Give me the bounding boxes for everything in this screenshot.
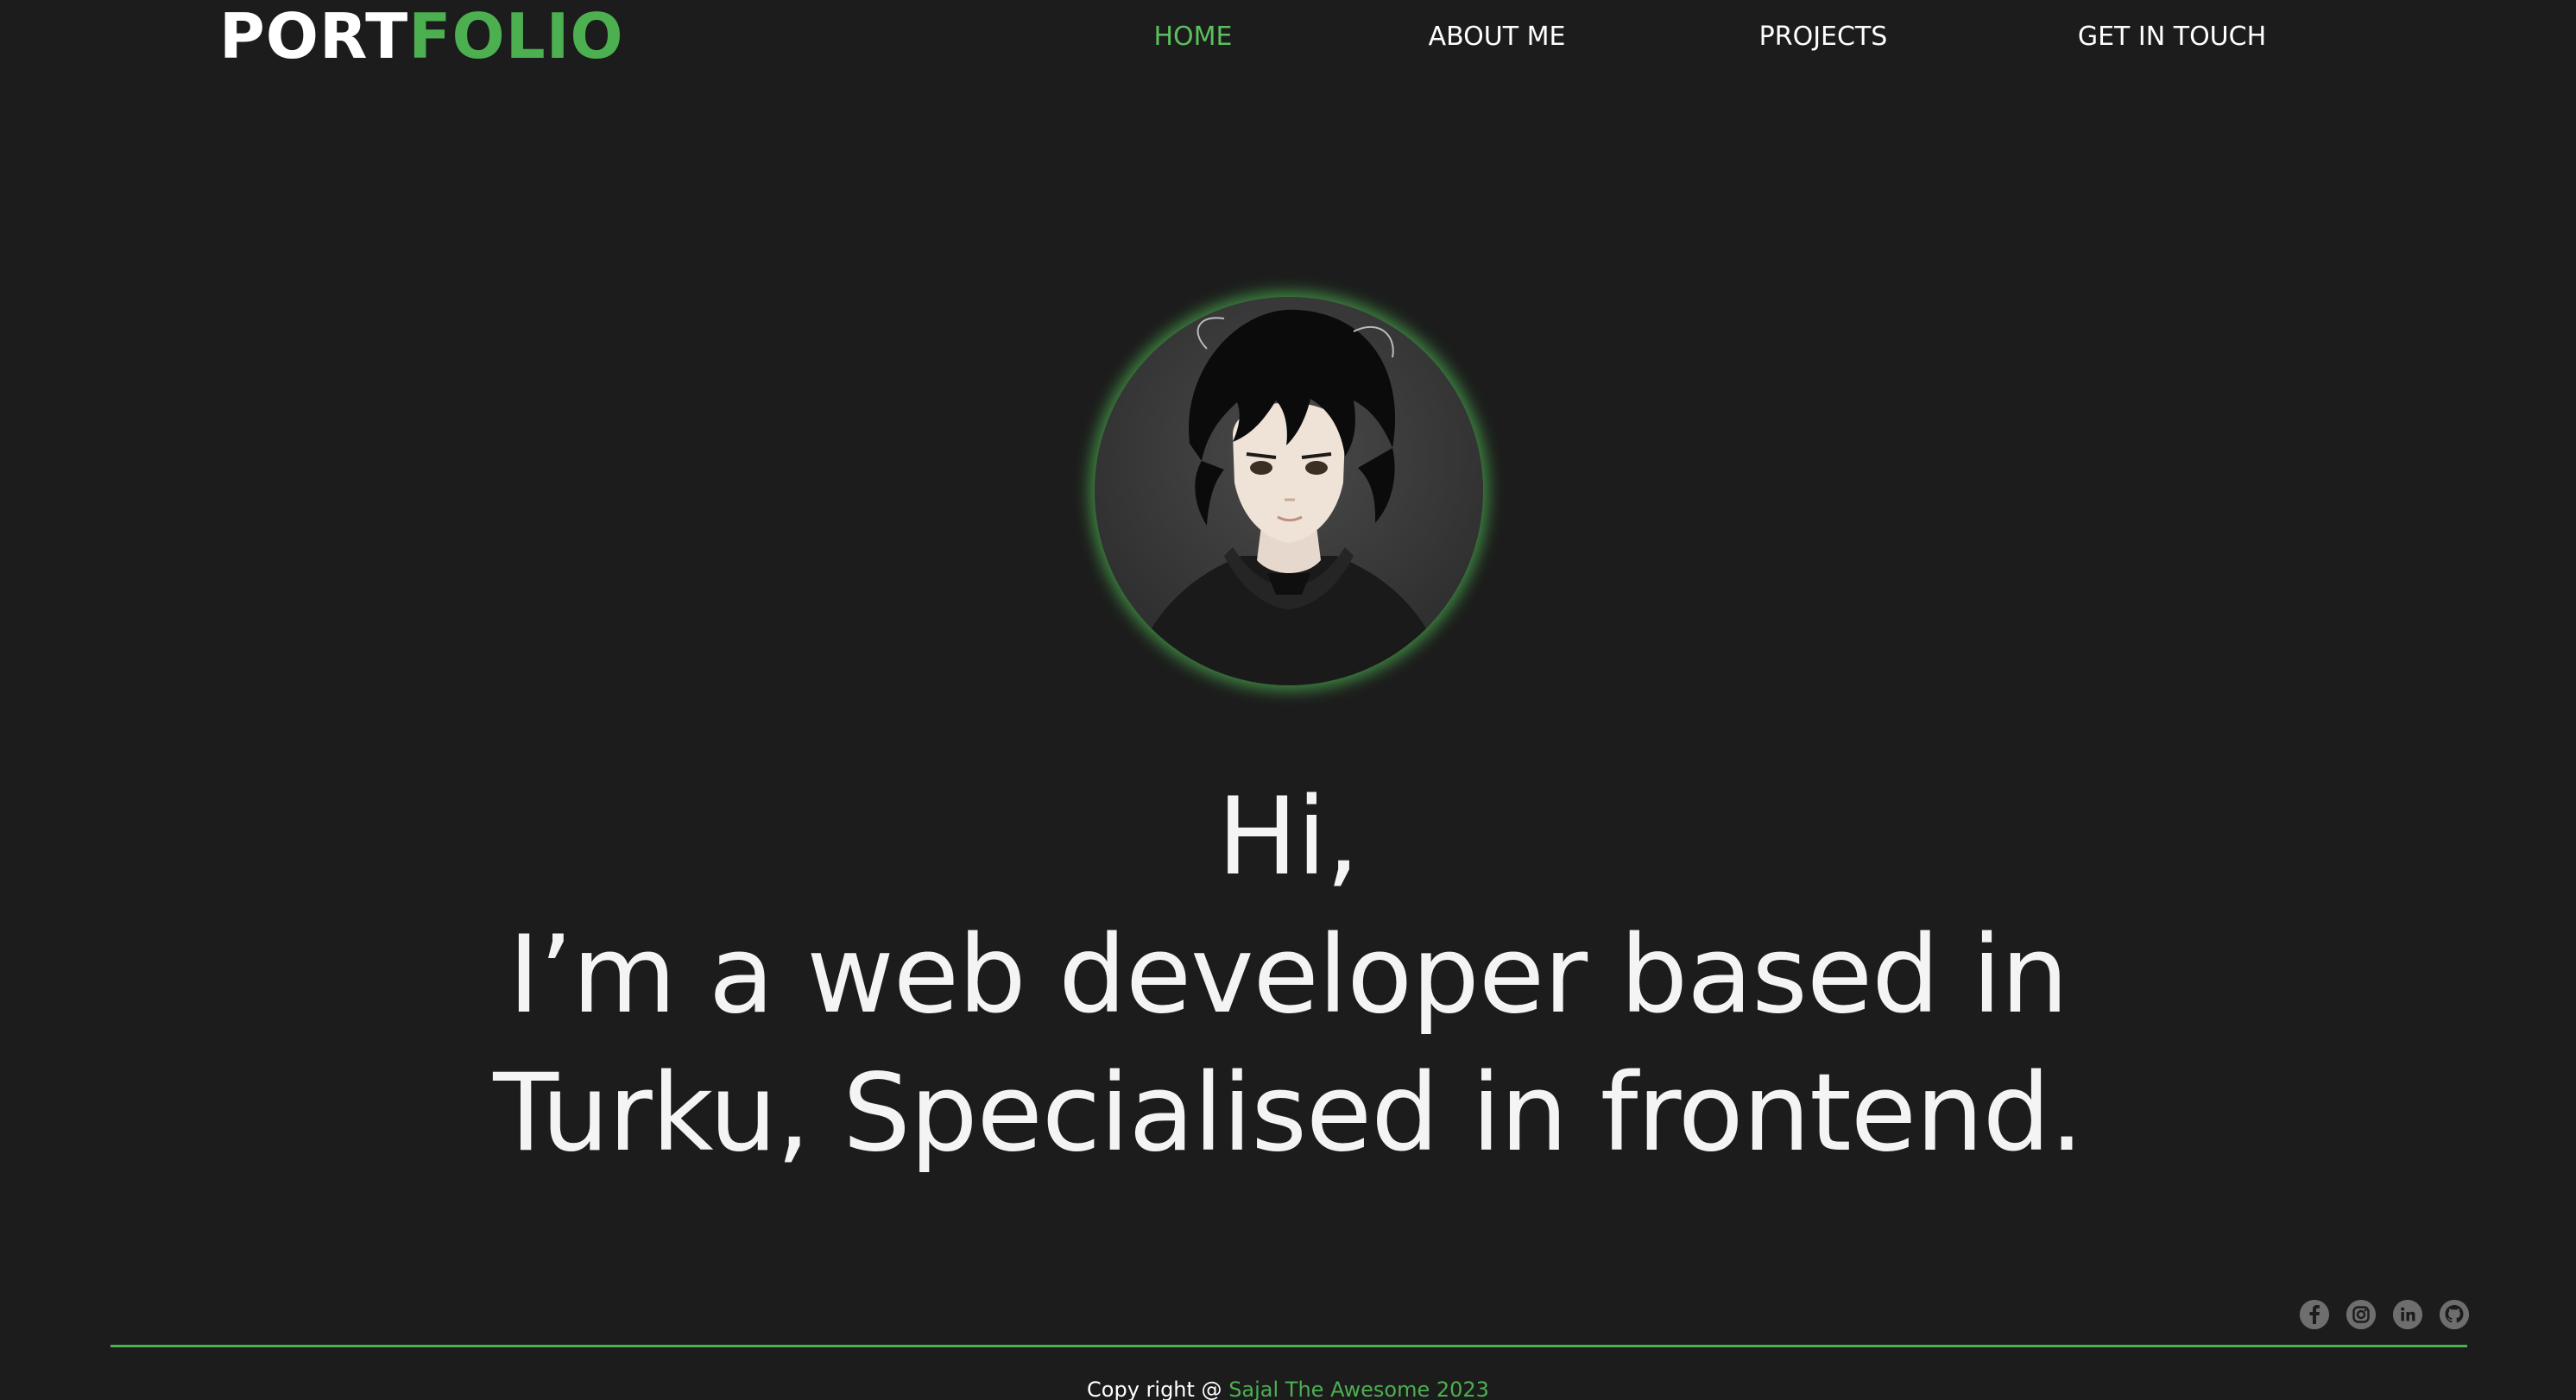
nav-item-projects[interactable]: PROJECTS [1759,22,1888,52]
portfolio-page: PORT FOLIO HOME ABOUT ME PROJECTS GET IN … [0,0,2576,1400]
linkedin-icon[interactable] [2393,1300,2422,1329]
social-links [2300,1300,2469,1329]
avatar [1095,297,1483,685]
instagram-icon[interactable] [2346,1300,2376,1329]
nav-item-get-in-touch[interactable]: GET IN TOUCH [2078,22,2266,52]
hero-line-role: I’m a web developer based in [508,913,2069,1037]
logo-text-port: PORT [219,0,409,73]
nav-item-about-me[interactable]: ABOUT ME [1429,22,1566,52]
copyright-owner: Sajal The Awesome 2023 [1228,1378,1489,1400]
avatar-illustration [1095,297,1483,685]
footer-divider [110,1345,2467,1347]
site-logo[interactable]: PORT FOLIO [219,0,624,73]
hero-line-greeting: Hi, [1216,775,1360,899]
facebook-icon[interactable] [2300,1300,2329,1329]
footer-copyright: Copy right @ Sajal The Awesome 2023 [0,1378,2576,1400]
github-icon[interactable] [2440,1300,2469,1329]
copyright-prefix: Copy right @ [1087,1378,1229,1400]
hero-line-specialty: Turku, Specialised in frontend. [493,1051,2084,1176]
logo-text-folio: FOLIO [408,0,624,73]
nav-item-home[interactable]: HOME [1153,22,1232,52]
hero-heading: Hi, I’m a web developer based in Turku, … [0,768,2576,1182]
